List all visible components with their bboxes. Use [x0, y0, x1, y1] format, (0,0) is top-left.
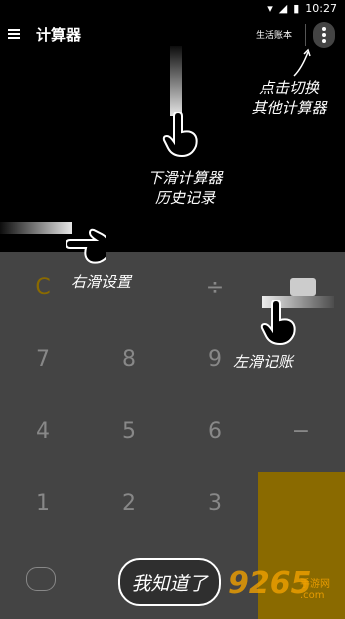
status-time: 10:27 — [305, 1, 337, 15]
ledger-hint: 左滑记账 — [232, 353, 293, 371]
keypad-toggle-icon[interactable] — [26, 567, 56, 591]
settings-hint: 右滑设置 — [70, 273, 131, 291]
key-2[interactable]: 2 — [86, 468, 172, 540]
key-5[interactable]: 5 — [86, 396, 172, 468]
divider — [305, 24, 306, 46]
key-minus[interactable]: − — [258, 396, 344, 468]
backspace-icon[interactable] — [290, 278, 316, 296]
key-divide[interactable]: ÷ — [172, 252, 258, 324]
key-4[interactable]: 4 — [0, 396, 86, 468]
life-ledger-button[interactable]: 生活账本 — [256, 28, 292, 41]
got-it-button[interactable]: 我知道了 — [118, 558, 221, 606]
hand-icon — [260, 300, 296, 346]
key-8[interactable]: 8 — [86, 324, 172, 396]
hand-icon — [66, 228, 106, 264]
history-hint-line2: 历史记录 — [154, 189, 215, 207]
swipe-right-indicator — [0, 222, 72, 234]
switch-calculator-hint: 点击切换 其他计算器 — [234, 78, 344, 118]
swipe-down-indicator — [170, 46, 182, 116]
arrow-icon — [293, 48, 311, 77]
hand-icon — [162, 112, 198, 158]
key-3[interactable]: 3 — [172, 468, 258, 540]
signal-icon: ◢ — [278, 1, 288, 15]
battery-icon: ▮ — [293, 1, 300, 15]
more-vertical-icon — [322, 27, 326, 43]
switch-calculator-hint-line2: 其他计算器 — [251, 99, 327, 117]
switch-calculator-button[interactable] — [313, 22, 335, 48]
menu-icon[interactable] — [8, 28, 20, 40]
key-7[interactable]: 7 — [0, 324, 86, 396]
history-hint: 下滑计算器 历史记录 — [130, 168, 240, 208]
watermark-site: 手游网 — [300, 579, 330, 590]
status-bar: ▾ ◢ ▮ 10:27 — [0, 0, 345, 16]
watermark-logo: 9265 — [228, 566, 312, 601]
key-1[interactable]: 1 — [0, 468, 86, 540]
history-hint-line1: 下滑计算器 — [147, 169, 223, 187]
watermark-domain: .com — [300, 590, 325, 601]
app-title: 计算器 — [36, 26, 82, 44]
key-6[interactable]: 6 — [172, 396, 258, 468]
wifi-icon: ▾ — [267, 1, 273, 15]
switch-calculator-hint-line1: 点击切换 — [258, 79, 319, 97]
